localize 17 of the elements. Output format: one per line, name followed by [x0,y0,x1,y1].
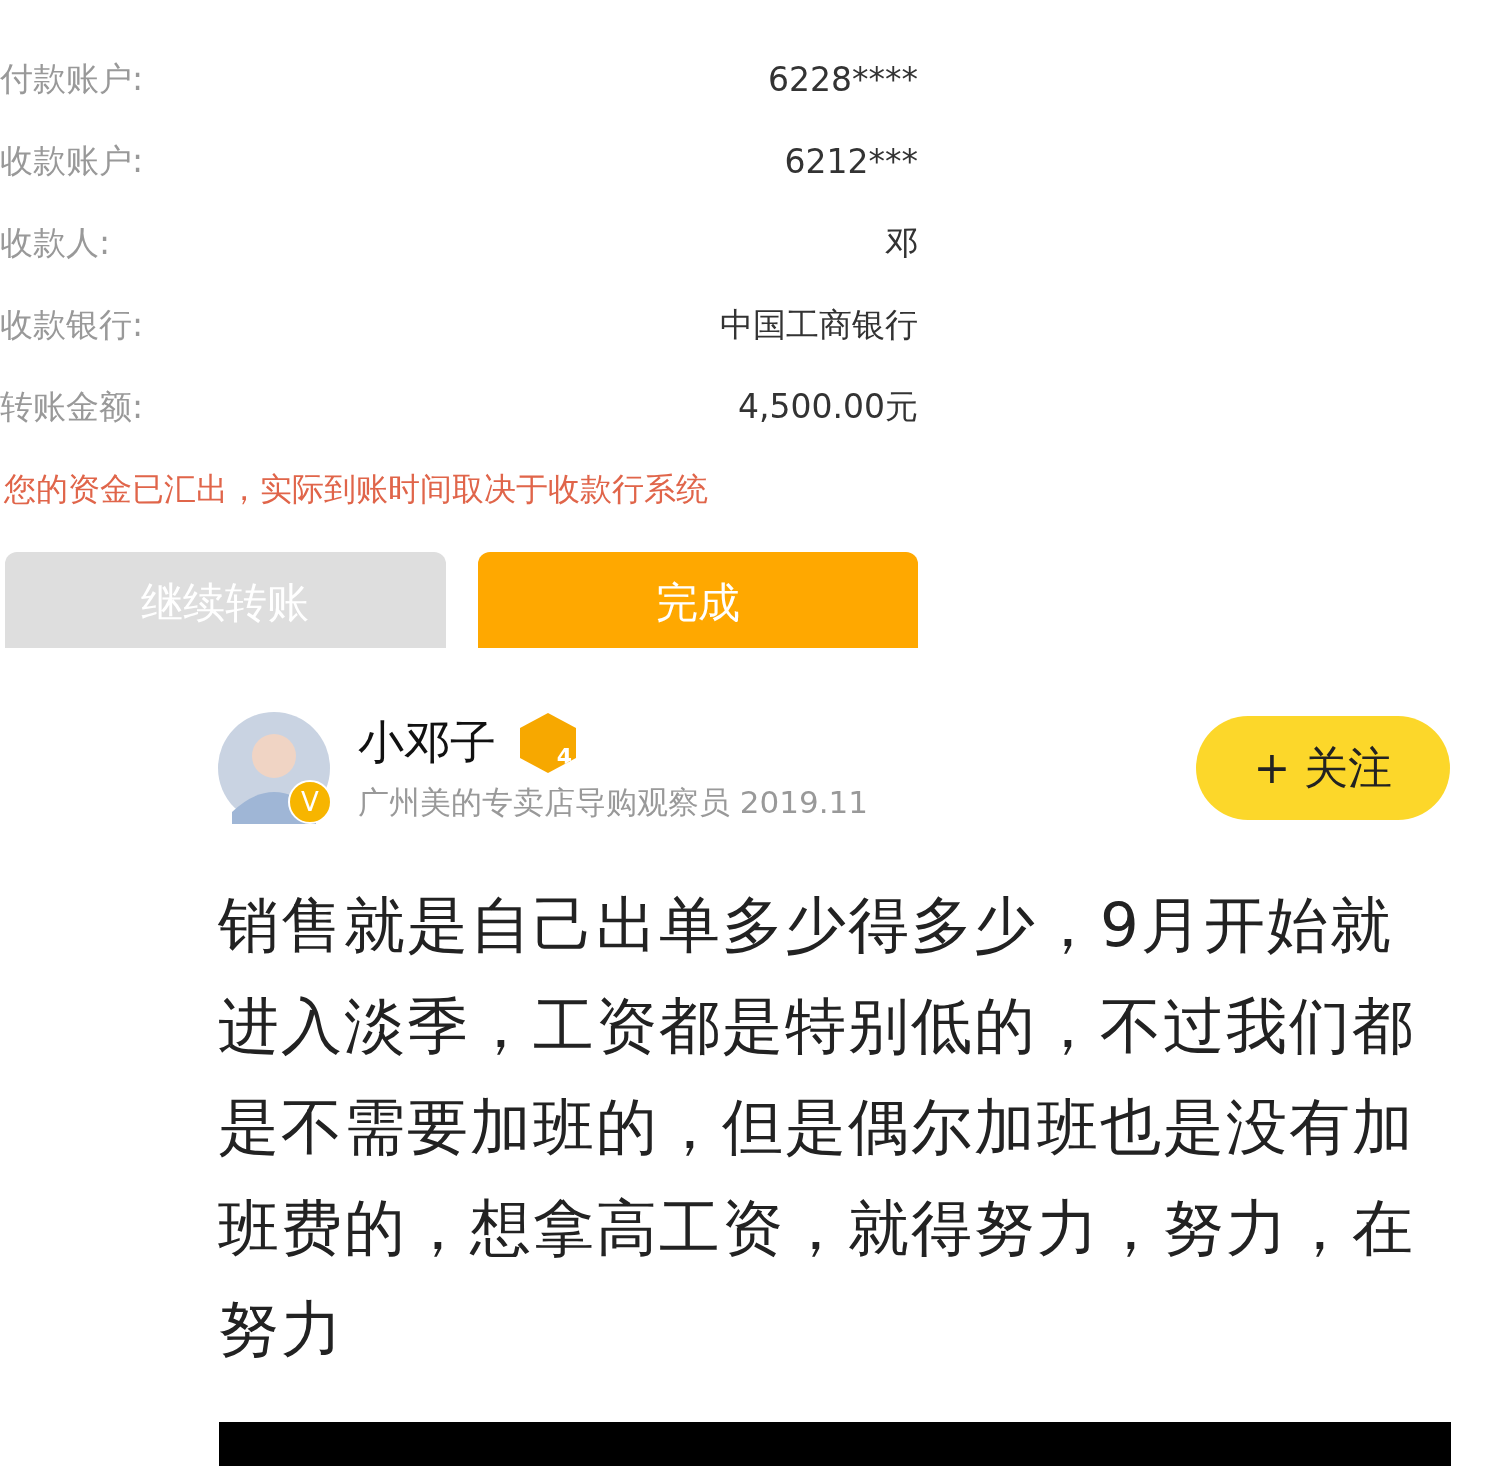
field-label: 付款账户: [0,57,144,100]
author-name: 小邓子 [358,714,496,771]
field-value: 6228**** [768,59,918,99]
notice-text: 您的资金已汇出，实际到账时间取决于收款行系统 [4,469,709,510]
follow-button[interactable]: + 关注 [1196,716,1450,820]
field-value: 6212*** [784,141,918,181]
action-button[interactable]: 完成 [477,552,918,648]
field-label: 收款人: [0,221,111,264]
author-subtitle: 广州美的专卖店导购观察员 2019.11 [358,783,870,822]
field-value: 4,500.00元 [738,385,918,428]
level-badge: 4 [520,713,576,773]
field-label: 收款银行: [0,303,144,346]
field-label: 转账金额: [0,385,144,428]
field-value: 中国工商银行 [720,303,918,346]
field-value: 邓 [885,221,918,264]
field-label: 收款账户: [0,139,144,182]
post-text: 销售就是自己出单多少得多少，9月开始就进入淡季，工资都是特别低的，不过我们都是不需要加班的，但是偶尔加班也是没有加班费的，想拿高工资，就得努力，努力，在努力 [218,888,1416,1366]
